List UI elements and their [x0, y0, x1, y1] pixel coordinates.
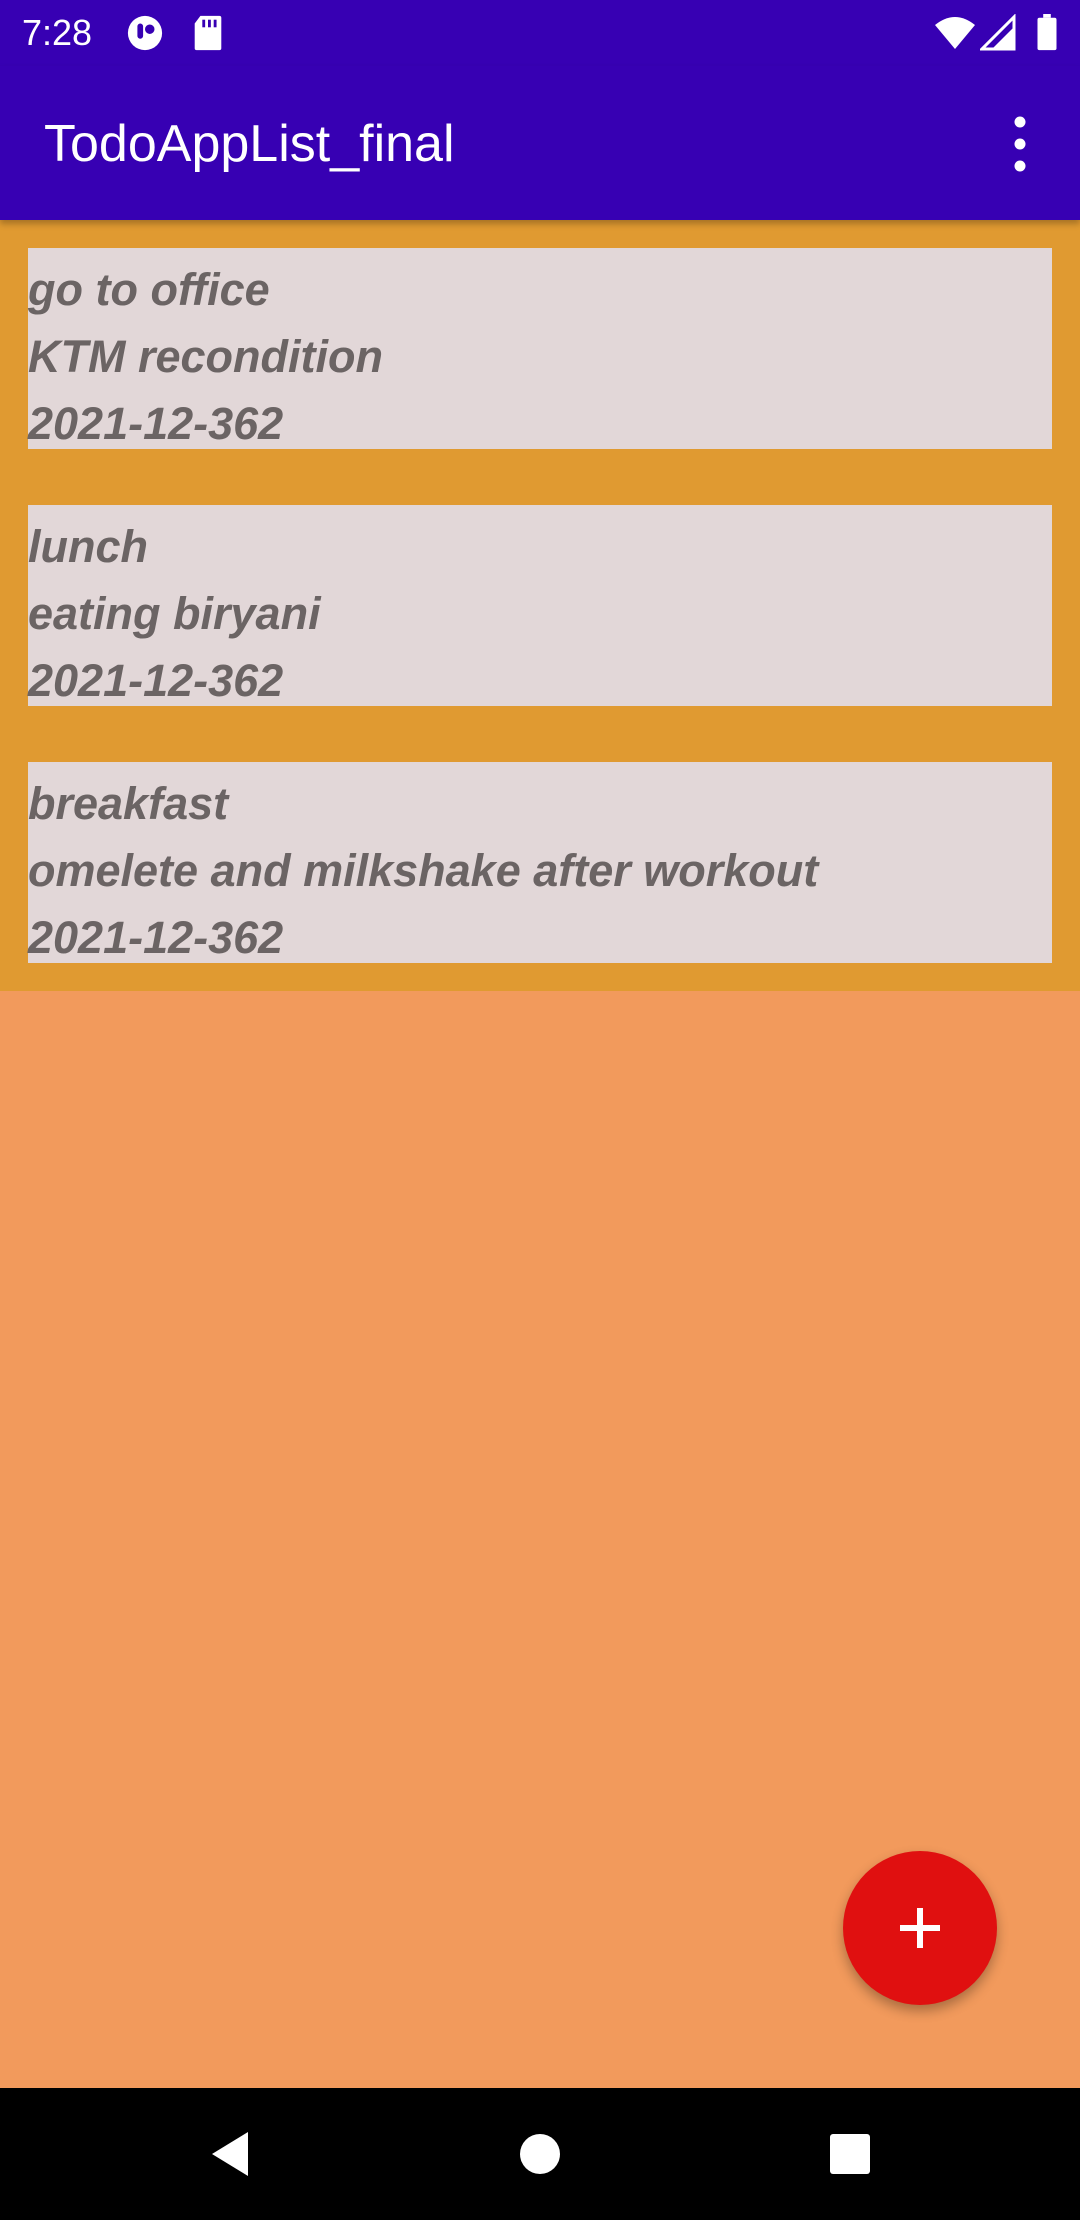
notification-app-icon: [127, 15, 163, 51]
home-icon[interactable]: [504, 2118, 576, 2190]
todo-title: go to office: [28, 264, 270, 315]
todo-date: 2021-12-362: [28, 398, 284, 449]
todo-description: KTM recondition: [28, 331, 383, 382]
todo-date: 2021-12-362: [28, 912, 284, 963]
overflow-menu-button[interactable]: [990, 112, 1050, 176]
todo-description: eating biryani: [28, 588, 321, 639]
todo-title: breakfast: [28, 778, 229, 829]
todo-date: 2021-12-362: [28, 655, 284, 706]
more-vert-icon: [1014, 116, 1026, 172]
recents-icon[interactable]: [814, 2118, 886, 2190]
battery-icon: [1037, 14, 1057, 51]
system-nav-bar: [0, 2088, 1080, 2220]
app-bar: TodoAppList_final: [0, 66, 1080, 220]
plus-icon: [900, 1908, 940, 1948]
wifi-icon: [935, 17, 975, 49]
status-bar: 7:28: [0, 0, 1080, 66]
todo-item[interactable]: lunch eating biryani 2021-12-362: [28, 505, 1052, 706]
app-title: TodoAppList_final: [44, 115, 455, 173]
signal-icon: [980, 14, 1016, 51]
sd-card-icon: [194, 15, 222, 51]
todo-description: omelete and milkshake after workout: [28, 845, 819, 896]
todo-title: lunch: [28, 521, 148, 572]
todo-list: go to office KTM recondition 2021-12-362…: [0, 220, 1080, 991]
back-icon[interactable]: [200, 2118, 272, 2190]
add-todo-button[interactable]: [843, 1851, 997, 2005]
todo-item[interactable]: go to office KTM recondition 2021-12-362: [28, 248, 1052, 449]
todo-item[interactable]: breakfast omelete and milkshake after wo…: [28, 762, 1052, 963]
status-time: 7:28: [22, 12, 93, 53]
